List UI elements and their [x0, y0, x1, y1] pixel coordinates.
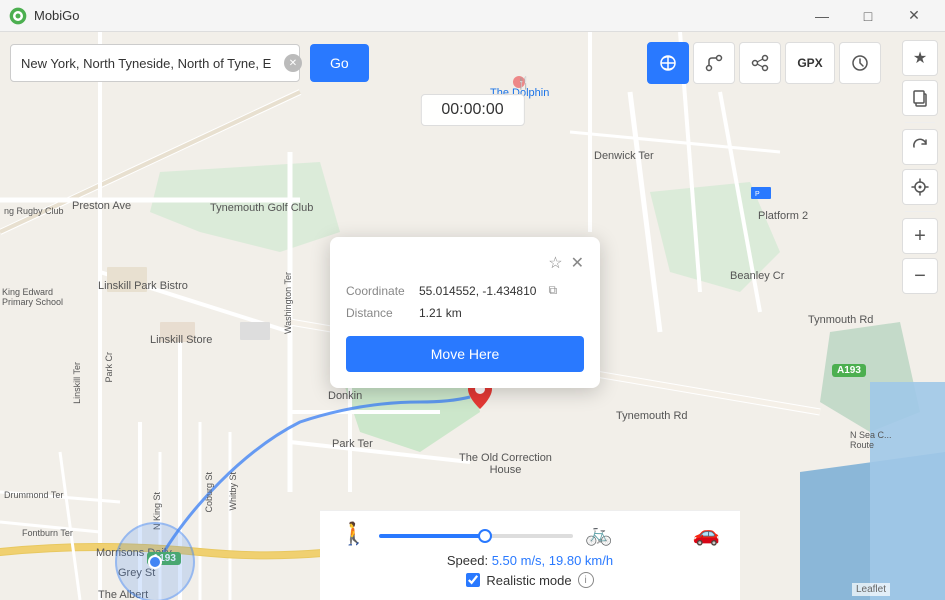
right-locate-button[interactable] [902, 169, 938, 205]
distance-row: Distance 1.21 km [346, 306, 584, 320]
right-divider-2 [905, 211, 935, 212]
realistic-info-button[interactable]: i [578, 572, 594, 588]
minimize-button[interactable]: — [799, 0, 845, 32]
zoom-in-button[interactable]: + [902, 218, 938, 254]
coordinate-row: Coordinate 55.014552, -1.434810 ⧉ [346, 283, 584, 298]
location-dot [148, 555, 162, 569]
distance-value: 1.21 km [419, 306, 462, 320]
search-clear-button[interactable]: ✕ [284, 54, 302, 72]
bike-icon[interactable]: 🚲 [585, 521, 612, 547]
maximize-button[interactable]: □ [845, 0, 891, 32]
history-button[interactable] [839, 42, 881, 84]
speed-mode-row: 🚶 🚲 🚗 [340, 521, 720, 547]
toolbar-right: GPX [647, 42, 935, 84]
right-copy-button[interactable] [902, 80, 938, 116]
favorite-popup-button[interactable]: ☆ [548, 253, 562, 273]
go-button[interactable]: Go [310, 44, 369, 82]
teleport-button[interactable] [647, 42, 689, 84]
car-icon[interactable]: 🚗 [693, 521, 720, 547]
zoom-out-button[interactable]: − [902, 258, 938, 294]
speed-label: Speed: [447, 553, 488, 568]
search-input[interactable] [10, 44, 300, 82]
speed-display: Speed: 5.50 m/s, 19.80 km/h [340, 553, 720, 568]
share-button[interactable] [739, 42, 781, 84]
titlebar: MobiGo — □ ✕ [0, 0, 945, 32]
toolbar-left: ✕ Go [10, 44, 369, 82]
app-logo [8, 6, 28, 26]
right-panel: ★ + − [895, 32, 945, 600]
right-divider [905, 122, 935, 123]
leaflet-attribution: Leaflet [852, 583, 890, 596]
speed-panel: 🚶 🚲 🚗 Speed: 5.50 m/s, 19.80 km/h Realis… [320, 510, 740, 600]
speed-slider-container [379, 525, 573, 543]
walk-icon[interactable]: 🚶 [340, 521, 367, 547]
distance-label: Distance [346, 306, 411, 320]
copy-coordinate-button[interactable]: ⧉ [548, 283, 557, 298]
titlebar-left: MobiGo [8, 6, 80, 26]
gpx-button[interactable]: GPX [785, 42, 835, 84]
map-container: P The Dolphin The Old CorrectionHouse Pr… [0, 32, 945, 600]
route-button[interactable] [693, 42, 735, 84]
popup-header: ☆ ✕ [346, 253, 584, 273]
app-title: MobiGo [34, 8, 80, 23]
close-button[interactable]: ✕ [891, 0, 937, 32]
svg-text:P: P [755, 191, 760, 198]
speed-value: 5.50 m/s, 19.80 km/h [492, 553, 613, 568]
a193-badge-right: A193 [832, 364, 866, 377]
right-rotate-button[interactable] [902, 129, 938, 165]
coordinate-label: Coordinate [346, 284, 411, 298]
dolphin-icon: 🍴 [516, 76, 531, 90]
close-popup-button[interactable]: ✕ [571, 253, 584, 273]
coordinate-popup: ☆ ✕ Coordinate 55.014552, -1.434810 ⧉ Di… [330, 237, 600, 388]
realistic-mode-checkbox[interactable] [466, 573, 480, 587]
speed-slider[interactable] [379, 534, 573, 538]
right-favorite-button[interactable]: ★ [902, 40, 938, 76]
move-here-button[interactable]: Move Here [346, 336, 584, 372]
timer-display: 00:00:00 [420, 94, 524, 126]
window-controls: — □ ✕ [799, 0, 937, 32]
realistic-mode-label: Realistic mode [486, 573, 571, 588]
coordinate-value: 55.014552, -1.434810 [419, 284, 536, 298]
realistic-mode-row: Realistic mode i [340, 572, 720, 588]
